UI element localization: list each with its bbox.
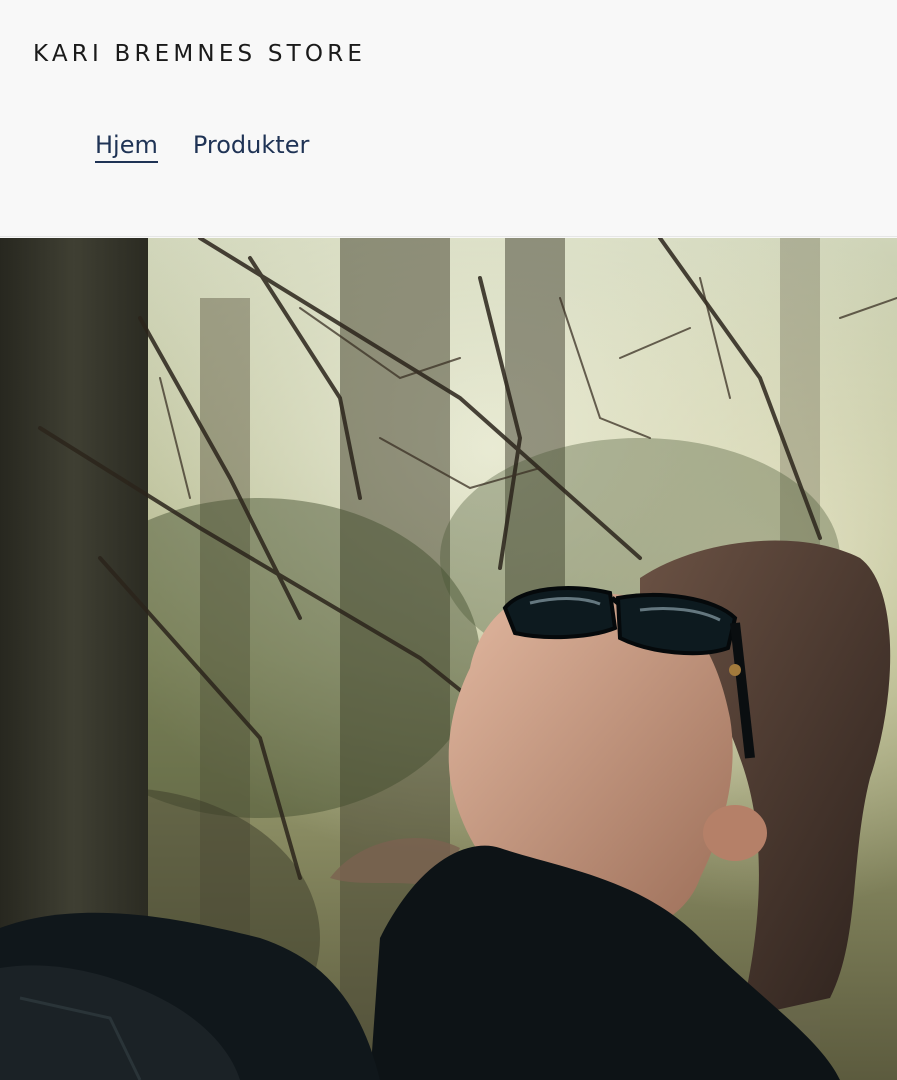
hero-photo — [0, 238, 897, 1080]
site-header: KARI BREMNES STORE Hjem Produkter — [0, 0, 897, 237]
nav-link-hjem[interactable]: Hjem — [95, 129, 158, 163]
main-nav: Hjem Produkter — [95, 129, 309, 163]
store-title-link[interactable]: KARI BREMNES STORE — [33, 39, 366, 69]
hero-image — [0, 238, 897, 1080]
nav-link-produkter[interactable]: Produkter — [193, 129, 309, 163]
